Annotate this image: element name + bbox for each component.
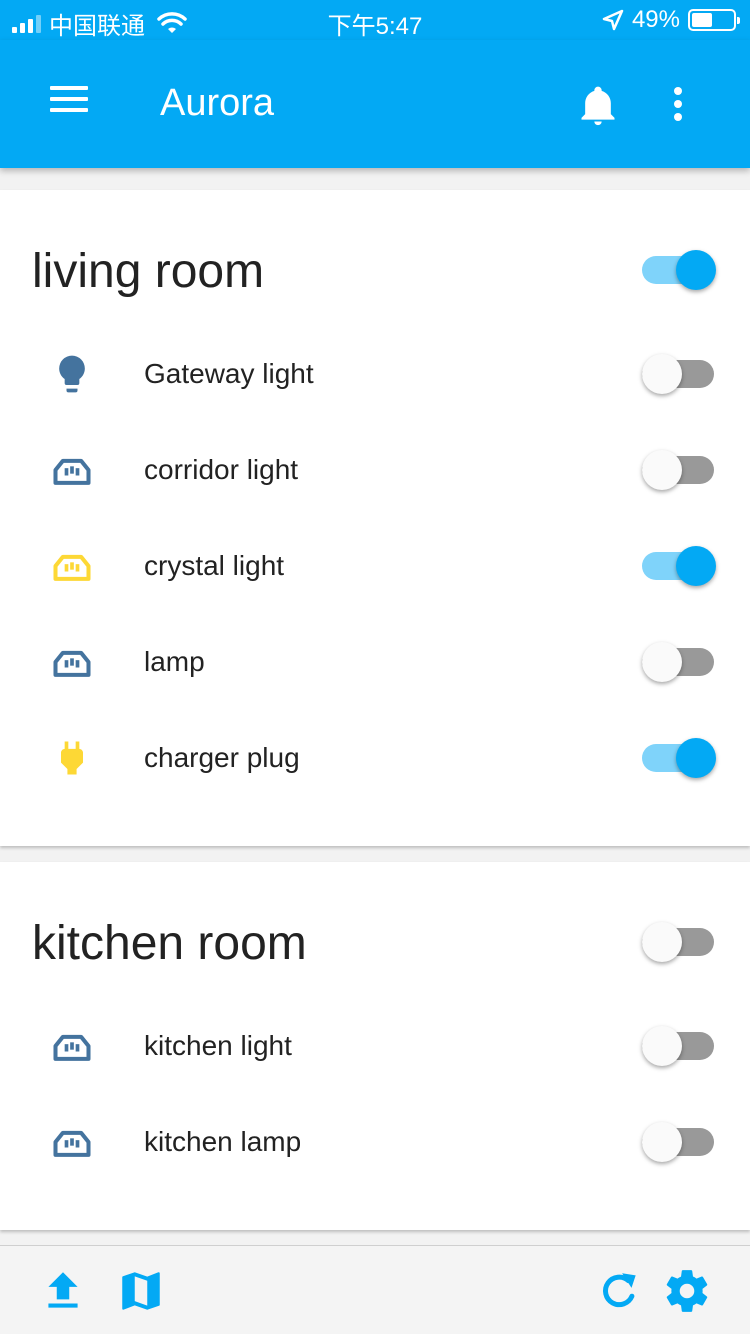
- power-socket-icon: [50, 1120, 94, 1164]
- map-icon: [122, 1272, 160, 1310]
- room-card-kitchen-room: kitchen room kitchen light kitchen lamp: [0, 862, 750, 1230]
- settings-button[interactable]: [662, 1266, 712, 1316]
- menu-icon-line: [50, 97, 88, 101]
- battery-icon: [688, 9, 740, 31]
- device-label: crystal light: [144, 550, 285, 581]
- menu-icon-line: [50, 108, 88, 112]
- app-title: Aurora: [160, 82, 275, 124]
- power-socket-icon: [50, 1024, 94, 1068]
- toggle-thumb: [676, 250, 716, 290]
- bottom-toolbar: [0, 1245, 750, 1334]
- toggle-thumb: [676, 738, 716, 778]
- menu-icon-line: [50, 86, 88, 90]
- device-row[interactable]: kitchen lamp: [0, 1094, 750, 1190]
- device-toggle[interactable]: [642, 350, 716, 398]
- device-row[interactable]: crystal light: [0, 518, 750, 614]
- room-title: living room: [32, 245, 265, 298]
- settings-icon: [666, 1270, 708, 1312]
- power-socket-icon: [50, 448, 94, 492]
- device-label: charger plug: [144, 742, 300, 773]
- device-toggle[interactable]: [642, 1118, 716, 1166]
- toggle-thumb: [676, 546, 716, 586]
- device-label: kitchen lamp: [144, 1126, 302, 1157]
- refresh-icon: [603, 1273, 636, 1308]
- status-bar: 中国联通 下午5:47 49%: [0, 0, 750, 40]
- toggle-thumb: [642, 450, 682, 490]
- toggle-thumb: [642, 1026, 682, 1066]
- toggle-thumb: [642, 642, 682, 682]
- device-label: lamp: [144, 646, 205, 677]
- device-row[interactable]: corridor light: [0, 422, 750, 518]
- device-row[interactable]: charger plug: [0, 710, 750, 806]
- device-toggle[interactable]: [642, 446, 716, 494]
- app-bar: Aurora: [0, 40, 750, 168]
- device-label: kitchen light: [144, 1030, 292, 1061]
- upload-button[interactable]: [38, 1266, 88, 1316]
- device-label: corridor light: [144, 454, 299, 485]
- device-row[interactable]: Gateway light: [0, 326, 750, 422]
- location-arrow-icon: [602, 9, 624, 31]
- upload-icon: [48, 1272, 78, 1308]
- toggle-thumb: [642, 1122, 682, 1162]
- toggle-thumb: [642, 354, 682, 394]
- map-button[interactable]: [116, 1266, 166, 1316]
- room-toggle[interactable]: [642, 246, 716, 294]
- room-toggle[interactable]: [642, 918, 716, 966]
- room-card-living-room: living room Gateway light corridor light…: [0, 190, 750, 846]
- device-row[interactable]: lamp: [0, 614, 750, 710]
- device-toggle[interactable]: [642, 638, 716, 686]
- device-label: Gateway light: [144, 358, 314, 389]
- power-socket-icon: [50, 544, 94, 588]
- toggle-thumb: [642, 922, 682, 962]
- device-toggle[interactable]: [642, 1022, 716, 1070]
- power-plug-icon: [50, 736, 94, 780]
- room-title: kitchen room: [32, 917, 307, 970]
- lightbulb-icon: [50, 352, 94, 396]
- notifications-button[interactable]: [576, 82, 620, 128]
- status-bar-right: 49%: [602, 6, 740, 34]
- more-vertical-icon: [674, 87, 682, 121]
- device-row[interactable]: kitchen light: [0, 998, 750, 1094]
- battery-percent: 49%: [631, 6, 680, 33]
- device-toggle[interactable]: [642, 542, 716, 590]
- bell-icon: [581, 86, 615, 126]
- device-toggle[interactable]: [642, 734, 716, 782]
- refresh-button[interactable]: [594, 1266, 644, 1316]
- more-options-button[interactable]: [664, 84, 692, 124]
- menu-button[interactable]: [50, 86, 94, 122]
- power-socket-icon: [50, 640, 94, 684]
